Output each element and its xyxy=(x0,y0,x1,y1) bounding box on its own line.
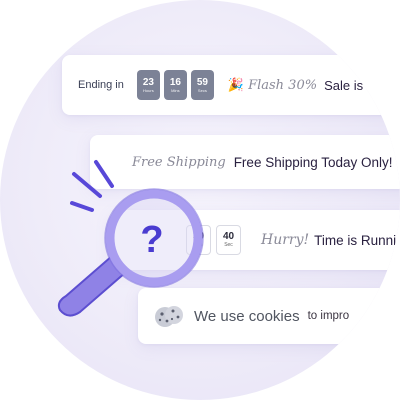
hurry-timer: 30 Min 40 Sec xyxy=(186,225,241,255)
cookies-subtext: to impro xyxy=(307,310,350,322)
sale-text: Sale is xyxy=(324,77,364,93)
party-popper-icon: 🎉 xyxy=(227,77,245,92)
free-shipping-italic: Free Shipping xyxy=(132,154,226,170)
seconds-value: 59 xyxy=(196,76,208,88)
minutes-unit: Mins xyxy=(171,87,180,93)
sec-box: 40 Sec xyxy=(216,225,241,255)
hurry-text: Hurry! xyxy=(261,232,310,248)
countdown-banner: Ending in 23 Hours 16 Mins 59 Secs 🎉 Fla… xyxy=(62,55,400,115)
illustration-circle: Ending in 23 Hours 16 Mins 59 Secs 🎉 Fla… xyxy=(0,0,400,400)
cookies-message: We use cookies xyxy=(194,307,300,325)
min-unit: Min xyxy=(194,242,203,248)
minutes-box: 16 Mins xyxy=(163,70,187,100)
min-value: 30 xyxy=(192,231,205,242)
minutes-value: 16 xyxy=(169,76,181,88)
countdown-timer: 23 Hours 16 Mins 59 Secs xyxy=(136,70,214,100)
ending-in-label: Ending in xyxy=(78,79,124,91)
seconds-box: 59 Secs xyxy=(190,70,214,100)
sec-value: 40 xyxy=(222,231,235,242)
shipping-banner: Free Shipping Free Shipping Today Only! xyxy=(90,135,400,189)
free-shipping-message: Free Shipping Today Only! xyxy=(233,154,393,170)
hours-value: 23 xyxy=(142,76,154,88)
seconds-unit: Secs xyxy=(197,87,207,93)
hours-unit: Hours xyxy=(143,87,154,93)
cookie-banner: We use cookies to impro xyxy=(138,288,400,344)
hurry-banner: 30 Min 40 Sec Hurry! Time is Runnin xyxy=(110,210,400,270)
min-box: 30 Min xyxy=(186,225,211,255)
hours-box: 23 Hours xyxy=(136,70,160,100)
sec-unit: Sec xyxy=(224,242,233,248)
cookie-icon xyxy=(155,306,183,327)
flash-sale-text: Flash 30% xyxy=(248,77,318,93)
time-running-text: Time is Runnin xyxy=(314,232,400,248)
